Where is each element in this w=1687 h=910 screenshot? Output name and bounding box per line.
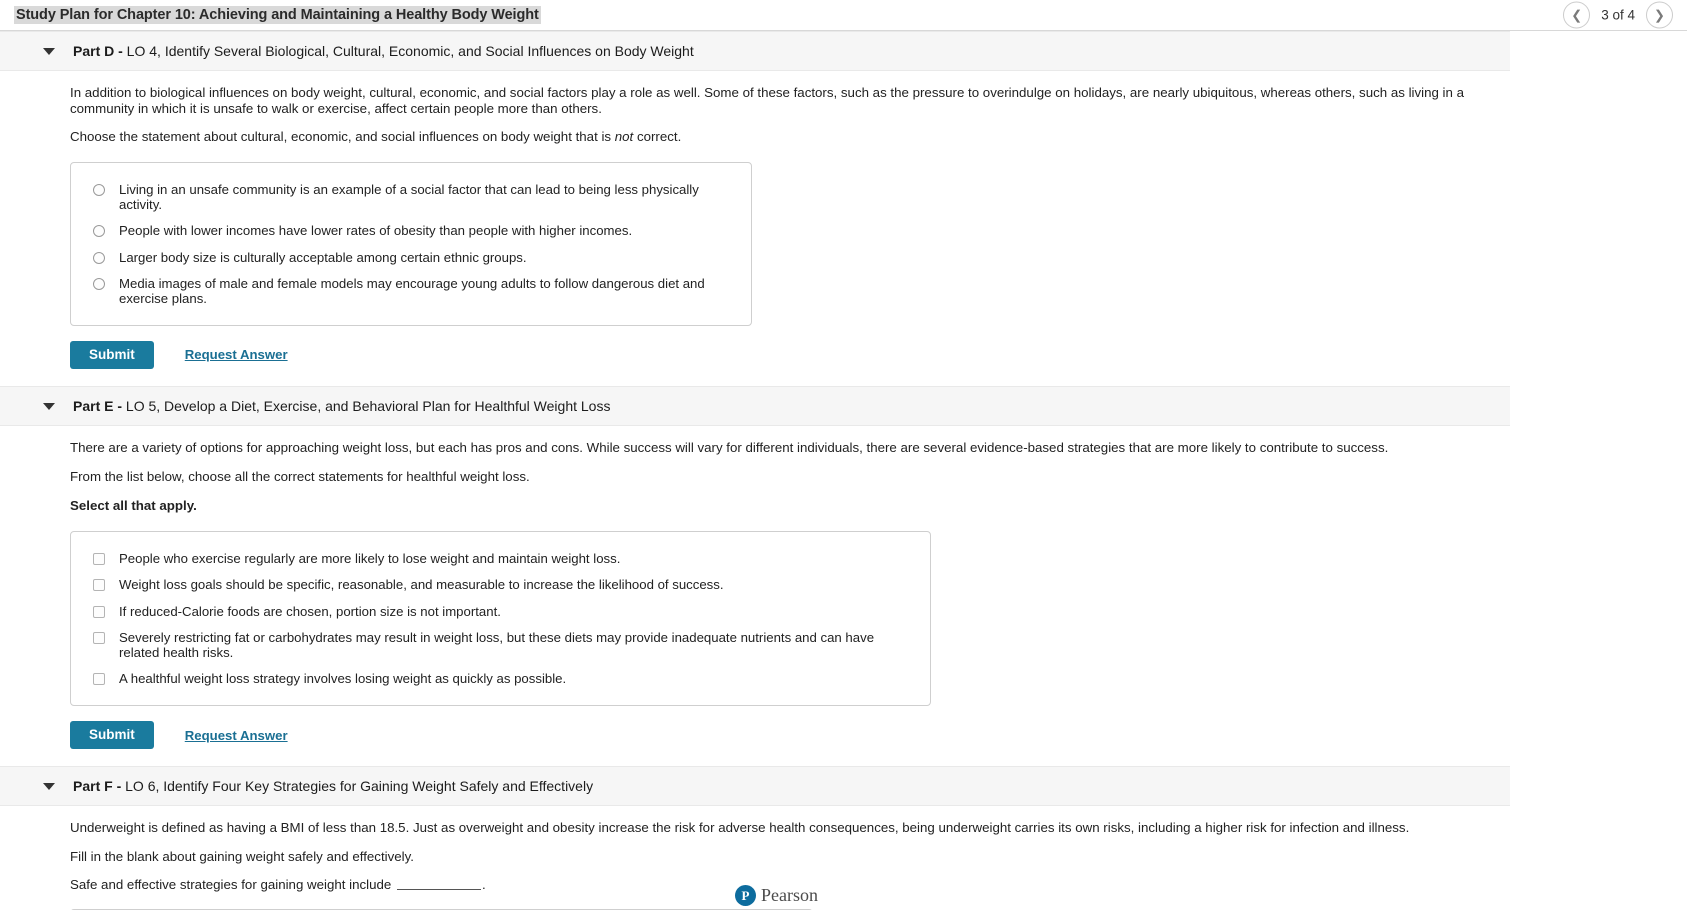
option-label: People with lower incomes have lower rat… [119, 223, 633, 239]
caret-down-icon[interactable] [43, 782, 55, 790]
radio-option[interactable]: People with lower incomes have lower rat… [87, 218, 735, 244]
part-e-label: Part E - [73, 398, 123, 415]
part-f-intro: Underweight is defined as having a BMI o… [70, 820, 1410, 836]
fill-blank[interactable] [397, 879, 481, 891]
pearson-logo-icon: P [735, 885, 756, 906]
request-answer-link[interactable]: Request Answer [185, 728, 288, 743]
part-d-body: In addition to biological influences on … [0, 71, 1510, 386]
part-e-prompt: From the list below, choose all the corr… [70, 468, 530, 484]
part-e-objective: LO 5, Develop a Diet, Exercise, and Beha… [122, 398, 611, 415]
fill-post-text: . [482, 877, 486, 893]
part-f-header[interactable]: Part F - LO 6, Identify Four Key Strateg… [0, 766, 1510, 807]
option-label: If reduced-Calorie foods are chosen, por… [119, 603, 501, 619]
part-d-header[interactable]: Part D - LO 4, Identify Several Biologic… [0, 31, 1510, 71]
caret-down-icon[interactable] [43, 402, 55, 410]
part-f-prompt: Fill in the blank about gaining weight s… [70, 848, 414, 864]
part-d-prompt: Choose the statement about cultural, eco… [70, 116, 1510, 145]
part-d-prompt-post: correct. [633, 129, 682, 145]
option-label: Media images of male and female models m… [119, 275, 705, 306]
chevron-left-icon[interactable]: ❮ [1563, 1, 1591, 29]
radio-icon[interactable] [93, 251, 105, 264]
part-e-section: Part E - LO 5, Develop a Diet, Exercise,… [0, 386, 1510, 766]
part-e-select-all: Select all that apply. [70, 498, 197, 514]
part-e-body: There are a variety of options for appro… [0, 426, 1510, 766]
part-e-options: People who exercise regularly are more l… [70, 530, 931, 706]
pager-label: 3 of 4 [1601, 7, 1635, 23]
part-d-objective: LO 4, Identify Several Biological, Cultu… [122, 43, 694, 59]
checkbox-icon[interactable] [93, 579, 105, 592]
fill-pre-text: Safe and effective strategies for gainin… [70, 877, 395, 893]
radio-option[interactable]: Living in an unsafe community is an exam… [87, 177, 735, 218]
checkbox-icon[interactable] [93, 605, 105, 618]
submit-button[interactable]: Submit [70, 720, 154, 750]
top-bar: Study Plan for Chapter 10: Achieving and… [0, 0, 1687, 31]
radio-icon[interactable] [93, 225, 105, 238]
pearson-watermark: P Pearson [735, 885, 818, 906]
part-e-title: Part E - LO 5, Develop a Diet, Exercise,… [73, 398, 610, 414]
option-label: People who exercise regularly are more l… [119, 551, 621, 567]
option-label: Living in an unsafe community is an exam… [119, 182, 699, 213]
caret-down-icon[interactable] [43, 47, 55, 55]
part-d-intro: In addition to biological influences on … [70, 85, 1464, 116]
request-answer-link[interactable]: Request Answer [185, 347, 288, 362]
part-d-prompt-pre: Choose the statement about cultural, eco… [70, 129, 615, 145]
part-d-prompt-emphasis: not [614, 129, 634, 145]
part-d-section: Part D - LO 4, Identify Several Biologic… [0, 31, 1510, 386]
checkbox-option[interactable]: If reduced-Calorie foods are chosen, por… [87, 598, 914, 624]
page-title: Study Plan for Chapter 10: Achieving and… [14, 6, 541, 24]
radio-option[interactable]: Media images of male and female models m… [87, 270, 735, 311]
part-e-intro: There are a variety of options for appro… [70, 440, 1389, 456]
part-e-header[interactable]: Part E - LO 5, Develop a Diet, Exercise,… [0, 386, 1510, 427]
part-f-title: Part F - LO 6, Identify Four Key Strateg… [73, 778, 593, 794]
part-d-title: Part D - LO 4, Identify Several Biologic… [73, 43, 694, 59]
chevron-right-icon[interactable]: ❯ [1646, 1, 1673, 29]
checkbox-option[interactable]: A healthful weight loss strategy involve… [87, 666, 914, 692]
part-e-actions: Submit Request Answer [70, 720, 1510, 767]
checkbox-option[interactable]: Weight loss goals should be specific, re… [87, 572, 914, 598]
radio-icon[interactable] [93, 277, 105, 290]
part-f-objective: LO 6, Identify Four Key Strategies for G… [121, 778, 594, 795]
option-label: A healthful weight loss strategy involve… [119, 671, 567, 687]
option-label: Weight loss goals should be specific, re… [119, 577, 724, 593]
part-d-label: Part D - [73, 43, 123, 59]
part-f-label: Part F - [73, 778, 122, 795]
part-d-actions: Submit Request Answer [70, 340, 1510, 387]
option-label: Severely restricting fat or carbohydrate… [119, 629, 875, 660]
radio-icon[interactable] [93, 184, 105, 197]
pearson-wordmark: Pearson [761, 885, 818, 905]
pagination-controls: ❮ 3 of 4 ❯ [1563, 1, 1673, 29]
part-d-options: Living in an unsafe community is an exam… [70, 161, 752, 326]
checkbox-icon[interactable] [93, 631, 105, 644]
radio-option[interactable]: Larger body size is culturally acceptabl… [87, 244, 735, 270]
option-label: Larger body size is culturally acceptabl… [119, 249, 527, 265]
checkbox-option[interactable]: Severely restricting fat or carbohydrate… [87, 624, 914, 665]
checkbox-icon[interactable] [93, 553, 105, 566]
submit-button[interactable]: Submit [70, 340, 154, 370]
checkbox-icon[interactable] [93, 673, 105, 686]
study-plan-content: Part D - LO 4, Identify Several Biologic… [0, 31, 1510, 910]
checkbox-option[interactable]: People who exercise regularly are more l… [87, 546, 914, 572]
